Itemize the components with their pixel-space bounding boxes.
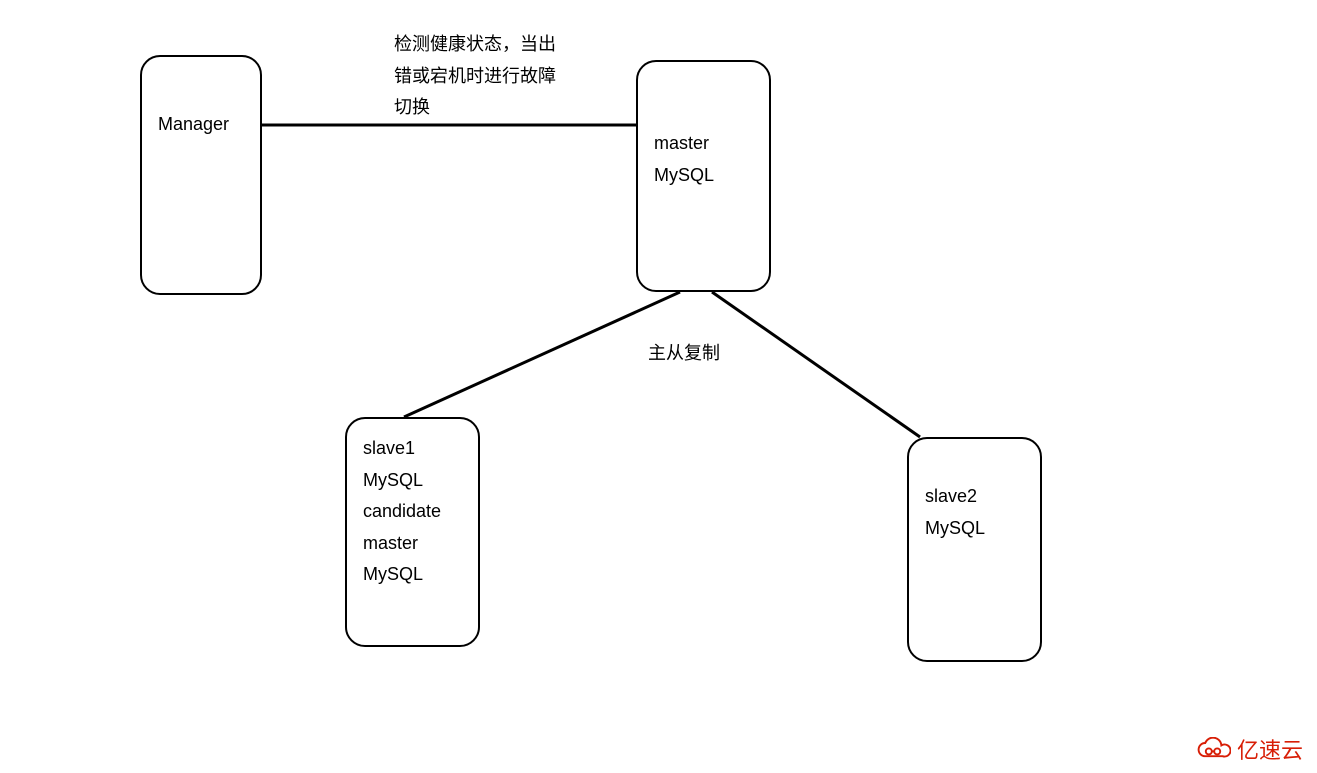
- watermark: 亿速云: [1195, 733, 1303, 765]
- label-healthcheck: 检测健康状态，当出 错或宕机时进行故障 切换: [394, 29, 556, 124]
- node-master: master MySQL: [636, 60, 771, 292]
- node-master-line2: MySQL: [654, 160, 753, 192]
- cloud-icon: [1195, 737, 1231, 761]
- node-slave1-line5: master: [363, 528, 462, 560]
- node-manager: Manager: [140, 55, 262, 295]
- node-slave1-line4: candidate: [363, 496, 462, 528]
- node-slave2-line2: MySQL: [925, 513, 1024, 545]
- edge-master-slave2: [712, 292, 920, 437]
- node-master-line1: master: [654, 128, 753, 160]
- edge-master-slave1: [404, 292, 680, 417]
- node-slave2: slave2 MySQL: [907, 437, 1042, 662]
- watermark-text: 亿速云: [1237, 733, 1303, 765]
- node-slave1: slave1 MySQL candidate master MySQL: [345, 417, 480, 647]
- node-slave1-line6: MySQL: [363, 559, 462, 591]
- node-slave1-line1: slave1: [363, 433, 462, 465]
- label-replication: 主从复制: [648, 338, 720, 370]
- node-slave2-line1: slave2: [925, 481, 1024, 513]
- node-slave1-line2: MySQL: [363, 465, 462, 497]
- node-manager-line1: Manager: [158, 109, 244, 141]
